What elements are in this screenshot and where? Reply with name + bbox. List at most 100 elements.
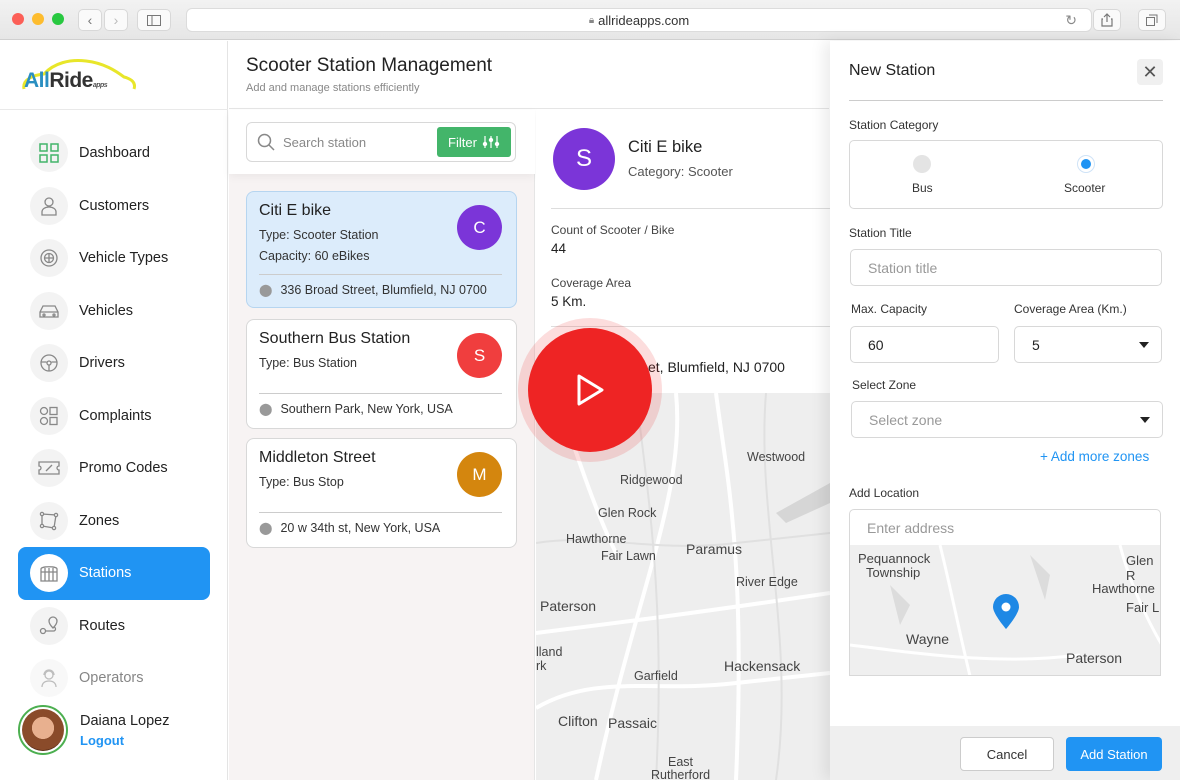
filter-label: Filter xyxy=(448,134,477,150)
sidebar-item-stations[interactable]: Stations xyxy=(18,547,210,600)
zone-placeholder: Select zone xyxy=(869,411,943,428)
search-input[interactable]: Search station Filter xyxy=(246,122,516,162)
sidebar-item-vehicle-types[interactable]: Vehicle Types xyxy=(18,232,210,285)
location-map[interactable]: Pequannock Township Glen R Hawthorne Fai… xyxy=(849,545,1161,676)
sidebar-item-drivers[interactable]: Drivers xyxy=(18,337,210,390)
dashboard-grid-icon xyxy=(30,134,68,173)
panel-footer: Cancel Add Station xyxy=(830,726,1180,780)
station-card[interactable]: Southern Bus Station Type: Bus Station S… xyxy=(246,319,517,429)
divider xyxy=(259,393,502,394)
sidebar-item-complaints[interactable]: Complaints xyxy=(18,390,210,443)
map-label: Fair Lawn xyxy=(601,549,656,563)
map-label: Wayne xyxy=(906,631,950,647)
add-more-zones-link[interactable]: + Add more zones xyxy=(1040,449,1149,464)
sidebar-item-routes[interactable]: Routes xyxy=(18,600,210,653)
station-list-panel: Search station Filter Citi E bike Type: … xyxy=(229,110,535,780)
tabs-icon[interactable] xyxy=(1138,9,1166,31)
map-label: Hackensack xyxy=(724,658,801,674)
sidebar-item-dashboard[interactable]: Dashboard xyxy=(18,127,210,180)
detail-address: et, Blumfield, NJ 0700 xyxy=(648,359,785,375)
sidebar-item-label: Drivers xyxy=(79,355,125,372)
search-bar-container: Search station Filter xyxy=(229,110,535,174)
cancel-button[interactable]: Cancel xyxy=(960,737,1054,771)
capacity-label: Max. Capacity xyxy=(851,302,928,316)
sidebar-item-label: Routes xyxy=(79,617,125,634)
reload-icon[interactable]: ↻ xyxy=(1065,12,1077,29)
search-icon xyxy=(257,133,275,151)
logo-text: AllRideapps xyxy=(24,69,108,92)
map-label: Paterson xyxy=(540,598,597,614)
avatar[interactable] xyxy=(18,705,68,755)
zone-polygon-icon xyxy=(30,501,68,540)
sidebar-item-label: Zones xyxy=(79,512,120,529)
station-type: Type: Scooter Station xyxy=(259,228,379,242)
station-avatar: S xyxy=(553,128,615,190)
station-type: Type: Bus Stop xyxy=(259,475,344,489)
minimize-window-button[interactable] xyxy=(32,13,44,25)
sidebar-item-label: Dashboard xyxy=(79,145,150,162)
radio-bus[interactable] xyxy=(913,155,931,173)
caret-down-icon xyxy=(1140,417,1150,423)
station-icon xyxy=(30,554,68,593)
divider xyxy=(259,512,502,513)
zone-select[interactable]: Select zone xyxy=(851,401,1163,438)
map-label: Garfield xyxy=(634,669,678,683)
station-card[interactable]: Citi E bike Type: Scooter Station Capaci… xyxy=(246,191,517,308)
user-profile: Daiana Lopez Logout xyxy=(18,705,170,755)
map-label: Ridgewood xyxy=(620,473,683,487)
sidebar: AllRideapps Dashboard Customers Vehicle … xyxy=(0,41,228,780)
address-bar[interactable]: 🔒︎ allrideapps.com ↻ xyxy=(186,8,1092,32)
coverage-value: 5 xyxy=(1032,336,1040,353)
coverage-select[interactable]: 5 xyxy=(1014,326,1162,363)
url-text: allrideapps.com xyxy=(598,12,690,28)
panel-title: New Station xyxy=(849,62,936,79)
station-title-input[interactable]: Station title xyxy=(850,249,1162,286)
station-title: Southern Bus Station xyxy=(259,330,411,347)
back-icon[interactable]: ‹ xyxy=(78,9,102,31)
station-type: Type: Bus Station xyxy=(259,356,357,370)
close-window-button[interactable] xyxy=(12,13,24,25)
station-card[interactable]: Middleton Street Type: Bus Stop M ⬤ 20 w … xyxy=(246,438,517,548)
map-label: Westwood xyxy=(747,450,806,464)
map-label: Passaic xyxy=(608,715,658,731)
sidebar-item-label: Vehicle Types xyxy=(79,250,169,267)
map-pin-icon[interactable] xyxy=(991,594,1021,630)
lock-icon: 🔒︎ xyxy=(588,14,595,26)
sidebar-item-vehicles[interactable]: Vehicles xyxy=(18,285,210,338)
map-label: rk xyxy=(536,659,547,673)
divider xyxy=(849,100,1163,101)
maximize-window-button[interactable] xyxy=(52,13,64,25)
page-subtitle: Add and manage stations efficiently xyxy=(246,82,420,94)
map-label: Glen Rock xyxy=(598,506,657,520)
user-name: Daiana Lopez xyxy=(80,712,170,729)
close-icon[interactable]: ✕ xyxy=(1137,59,1163,85)
sidebar-toggle-icon[interactable] xyxy=(137,9,171,31)
add-station-button[interactable]: Add Station xyxy=(1066,737,1162,771)
sidebar-item-label: Vehicles xyxy=(79,302,134,319)
sidebar-item-label: Operators xyxy=(79,670,144,687)
logout-link[interactable]: Logout xyxy=(80,733,170,748)
address-input[interactable]: Enter address xyxy=(849,509,1161,546)
filter-button[interactable]: Filter xyxy=(437,127,511,157)
divider xyxy=(0,109,228,110)
play-video-button[interactable] xyxy=(528,328,652,452)
map-label: Fair L xyxy=(1126,600,1160,615)
user-icon xyxy=(30,186,68,225)
sidebar-item-zones[interactable]: Zones xyxy=(18,495,210,548)
sidebar-item-operators[interactable]: Operators xyxy=(18,652,210,705)
category-label: Station Category xyxy=(849,118,939,132)
sidebar-item-promo-codes[interactable]: Promo Codes xyxy=(18,442,210,495)
capacity-input[interactable]: 60 xyxy=(850,326,999,363)
station-initial-badge: M xyxy=(457,452,502,497)
map-label: Clifton xyxy=(558,713,598,729)
coverage-label: Coverage Area (Km.) xyxy=(1014,302,1127,316)
sidebar-item-customers[interactable]: Customers xyxy=(18,180,210,233)
share-icon[interactable] xyxy=(1093,9,1121,31)
map-label: Hawthorne xyxy=(1092,581,1155,596)
allride-logo[interactable]: AllRideapps xyxy=(20,53,140,95)
coverage-value: 5 Km. xyxy=(551,294,587,309)
radio-label-bus: Bus xyxy=(912,181,933,195)
forward-icon[interactable]: › xyxy=(104,9,128,31)
radio-scooter[interactable] xyxy=(1077,155,1095,173)
station-title: Middleton Street xyxy=(259,449,376,466)
